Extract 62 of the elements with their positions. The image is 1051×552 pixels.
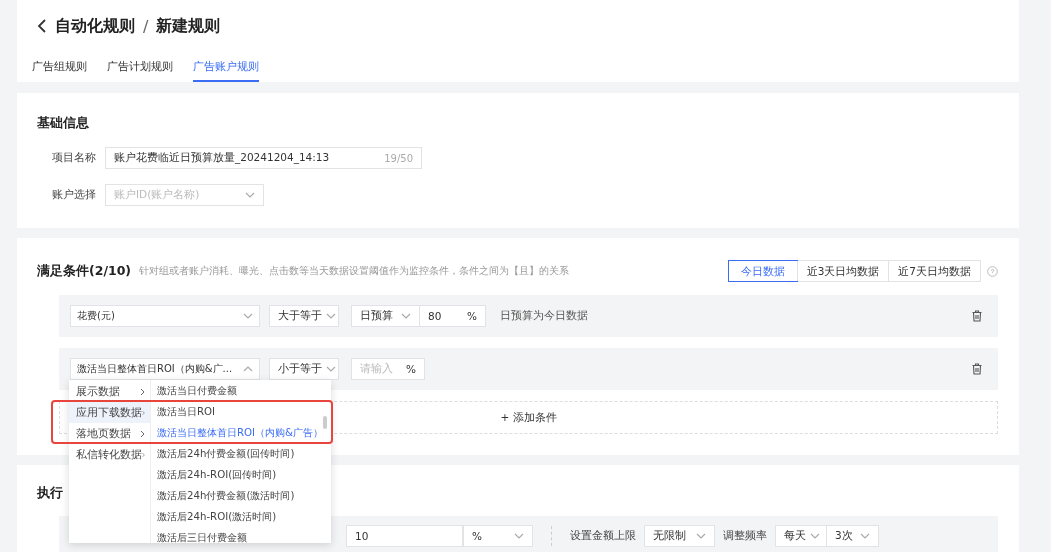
rule-tab[interactable]: 广告组规则 [32,52,87,82]
caret-icon [326,313,336,319]
chevron-icon [140,387,145,396]
value-field[interactable]: 请输入 % [351,358,425,380]
value-field[interactable]: 80 % [420,305,486,327]
caret-icon [326,366,336,372]
range-tab[interactable]: 近3天日均数据 [796,261,889,281]
unit-label: % [406,363,416,375]
operator-select[interactable]: 小于等于 [269,358,339,380]
option-item[interactable]: 激活后24h付费金额(回传时间) [151,443,331,464]
cap-select[interactable]: 无限制 [644,525,715,547]
section-title: 满足条件(2/10) [37,262,132,280]
field-label: 调整频率 [723,529,767,543]
option-item[interactable]: 激活后24h付费金额(激活时间) [151,485,331,506]
section-title: 基础信息 [37,115,89,132]
option-item[interactable]: 激活后24h-ROI(激活时间) [151,506,331,527]
section-title: 执行 [37,485,63,502]
field-label: 项目名称 [51,151,96,165]
category-item[interactable]: 展示数据 [69,381,150,402]
category-item[interactable]: 私信转化数据 [69,444,150,465]
option-item[interactable]: 激活当日付费金额 [151,380,331,401]
unit-select[interactable]: % [463,525,533,547]
category-item[interactable]: 应用下载数据 [69,402,150,423]
project-name-field[interactable]: 账户花费临近日预算放量_20241204_14:13 19/50 [105,147,422,169]
rule-tab[interactable]: 广告账户规则 [193,52,259,82]
back-icon[interactable] [37,18,47,34]
count-select[interactable]: 3次 [827,525,879,547]
chevron-icon [142,450,145,459]
option-item[interactable]: 激活后24h-ROI(回传时间) [151,464,331,485]
metric-select[interactable]: 花费(元) [70,305,260,327]
caret-icon [243,313,253,319]
option-item[interactable]: 激活后三日付费金额 [151,527,331,543]
caret-icon [696,533,706,539]
range-tab[interactable]: 今日数据 [728,261,797,281]
rule-tab[interactable]: 广告计划规则 [107,52,173,82]
caret-icon [243,366,253,372]
caret-icon [810,533,820,539]
field-label: 账户选择 [51,188,96,202]
range-tab[interactable]: 近7天日均数据 [888,261,980,281]
breadcrumb-separator: / [143,16,149,36]
caret-icon [401,313,411,319]
chevron-icon [140,429,145,438]
char-counter: 19/50 [384,152,413,164]
operator-select[interactable]: 大于等于 [269,305,339,327]
period-select[interactable]: 每天 [775,525,827,547]
page-title: 自动化规则 [55,15,135,37]
trash-icon[interactable] [972,363,982,375]
caret-icon [245,192,255,198]
amount-field[interactable]: 10 [346,525,463,547]
section-hint: 针对组或者账户消耗、曝光、点击数等当天数据设置阈值作为监控条件，条件之间为【且】的关系 [139,264,570,278]
field-label: 设置金额上限 [570,529,636,543]
condition-note: 日预算为今日数据 [500,309,588,323]
caret-icon [860,533,870,539]
base-select[interactable]: 日预算 [351,305,420,327]
caret-icon [514,533,524,539]
metric-select[interactable]: 激活当日整体首日ROI（内购&广... [70,358,260,380]
scrollbar-thumb[interactable] [323,416,327,429]
option-item[interactable]: 激活当日ROI [151,401,331,422]
chevron-icon [142,408,145,417]
unit-label: % [467,310,477,322]
page-subtitle: 新建规则 [156,15,221,37]
trash-icon[interactable] [972,310,982,322]
